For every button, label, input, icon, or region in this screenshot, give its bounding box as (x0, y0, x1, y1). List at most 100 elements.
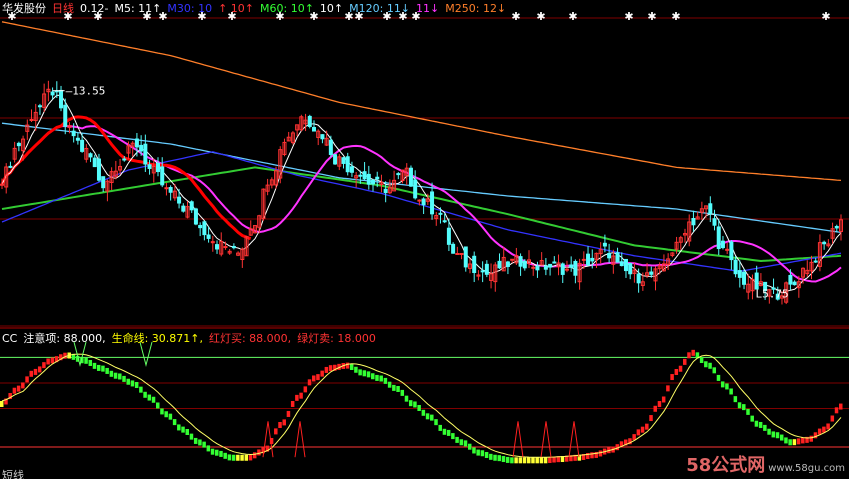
candle-body (602, 242, 607, 247)
candle-body (573, 260, 578, 276)
indicator-block (775, 432, 780, 439)
ma-line-m120 (1, 122, 842, 234)
indicator-block (779, 434, 784, 441)
indicator-block (236, 454, 240, 461)
indicator-block (771, 431, 776, 438)
indicator-block (548, 457, 552, 464)
candle-body (417, 199, 422, 202)
indicator-block (320, 370, 324, 377)
indicator-block (708, 362, 712, 369)
candle-body (834, 226, 839, 229)
candle-body (792, 281, 797, 286)
candle-body (430, 191, 435, 215)
indicator-block (746, 408, 750, 415)
candle-body (328, 139, 333, 155)
indicator-block (354, 366, 358, 373)
indicator-block (21, 382, 25, 389)
period-label[interactable]: 日线 (52, 2, 74, 15)
indicator-block (687, 352, 691, 359)
indicator-block (467, 443, 472, 450)
buy-signal-spike (540, 421, 552, 458)
candle-body (147, 164, 152, 169)
indicator-block (522, 457, 527, 464)
candle-body (455, 253, 460, 256)
candle-body (92, 157, 97, 168)
indicator-block (535, 457, 539, 464)
candle-body (366, 173, 371, 185)
indicator-block (181, 426, 185, 433)
candle-body (560, 263, 565, 275)
indicator-block (202, 441, 206, 448)
indicator-block (42, 362, 46, 369)
candle-body (569, 264, 574, 268)
candle-body (231, 245, 236, 249)
chart-canvas: ✱ ✱ ✱ ✱ ✱ ✱ ✱ ✱ ✱ ✱ ✱ ✱ ✱ ✱ ✱ ✱ ✱ ✱ ✱ ✱ ✱—13.55L5.75 (0, 10, 849, 464)
indicator-block (754, 420, 759, 427)
candle-body (101, 176, 106, 189)
indicator-block (219, 450, 223, 457)
bottom-tab[interactable]: 短线 (2, 467, 24, 479)
candle-body (438, 212, 443, 215)
indicator-block (434, 419, 438, 426)
high-price-label: —13.55 (66, 85, 106, 98)
candle-body (716, 226, 721, 250)
indicator-block (349, 363, 354, 370)
candle-body (518, 256, 523, 267)
candle-body (122, 158, 127, 161)
signal-star-icon: ✱ (671, 10, 680, 23)
indicator-block (839, 403, 843, 410)
indicator-block (84, 357, 88, 364)
indicator-block (189, 433, 194, 440)
candle-body (586, 253, 591, 266)
indicator-block (151, 396, 156, 403)
indicator-block (109, 370, 114, 377)
candle-body (311, 127, 316, 132)
signal-star-icon: ✱ (568, 10, 577, 23)
indicator-block (307, 379, 312, 386)
indicator-legend-item: CC (2, 332, 18, 345)
candle-body (16, 142, 21, 147)
indicator-block (324, 366, 329, 373)
indicator-block (712, 367, 717, 374)
indicator-block (105, 367, 109, 374)
candle-body (548, 263, 553, 268)
candle-body (193, 208, 198, 225)
indicator-block (143, 391, 147, 398)
indicator-block (670, 374, 674, 381)
indicator-block (16, 385, 21, 392)
indicator-block (88, 359, 93, 366)
indicator-block (417, 404, 421, 411)
candle-body (543, 265, 548, 270)
candle-body (189, 201, 194, 211)
indicator-block (733, 396, 738, 403)
candle-body (615, 252, 620, 263)
indicator-block (653, 405, 657, 412)
indicator-block (493, 454, 497, 461)
indicator-block (303, 386, 308, 393)
indicator-block (438, 424, 442, 431)
indicator-block (223, 452, 227, 459)
candle-body (649, 271, 654, 275)
low-price-label: L5.75 (756, 288, 789, 301)
indicator-block (455, 436, 459, 443)
indicator-block (278, 422, 282, 429)
indicator-block (750, 415, 754, 422)
indicator-block (446, 429, 451, 436)
indicator-block (358, 369, 362, 376)
candle-body (510, 258, 515, 261)
candle-body (451, 243, 456, 254)
indicator-block (501, 456, 506, 463)
indicator-block (299, 392, 303, 399)
indicator-block (147, 394, 152, 401)
candle-body (206, 234, 211, 239)
indicator-block (12, 387, 17, 394)
indicator-block (657, 401, 662, 408)
ma-legend-item: M120: 11↓ (349, 2, 411, 15)
indicator-block (758, 421, 763, 428)
indicator-block (92, 362, 97, 369)
indicator-block (767, 428, 771, 435)
indicator-block (46, 358, 50, 365)
indicator-block (484, 451, 489, 458)
indicator-block (408, 400, 413, 407)
indicator-block (400, 389, 405, 396)
